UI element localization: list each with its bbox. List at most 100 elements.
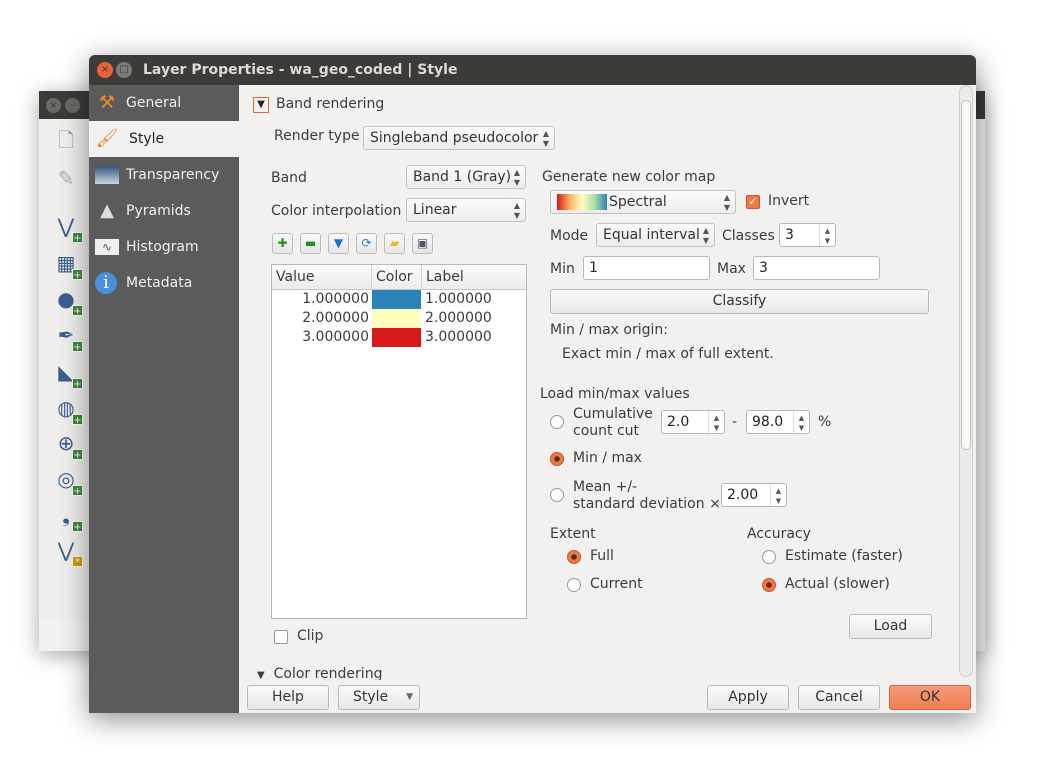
add-entry-icon[interactable]: ✚ [272, 233, 293, 254]
mean-stddev-radio[interactable] [550, 488, 564, 502]
table-row[interactable]: 2.000000 2.000000 [272, 309, 526, 328]
max-input[interactable]: 3 [753, 256, 880, 280]
accuracy-label: Accuracy [747, 526, 811, 542]
cell-value: 2.000000 [302, 310, 369, 326]
color-rendering-heading[interactable]: ▼ Color rendering [257, 666, 382, 680]
band-rendering-heading: Band rendering [276, 96, 385, 112]
table-row[interactable]: 1.000000 1.000000 [272, 290, 526, 309]
style-menu-button[interactable]: Style ▼ [338, 685, 420, 710]
classify-button[interactable]: Classify [550, 289, 929, 314]
extent-current-radio[interactable] [567, 578, 581, 592]
clip-label: Clip [297, 628, 324, 644]
mode-value: Equal interval [603, 227, 700, 243]
mode-select[interactable]: Equal interval ▲ ▼ [596, 223, 715, 247]
band-value: Band 1 (Gray) [413, 169, 512, 185]
scrollbar-thumb[interactable] [961, 100, 971, 450]
color-ramp-value: Spectral [609, 194, 667, 210]
maximize-icon[interactable]: □ [116, 62, 132, 78]
accuracy-estimate-radio[interactable] [762, 550, 776, 564]
render-type-select[interactable]: Singleband pseudocolor ▲ ▼ [363, 126, 555, 150]
column-header-label[interactable]: Label [422, 265, 526, 290]
sidebar-item-pyramids[interactable]: ▲ Pyramids [89, 193, 239, 229]
ok-button[interactable]: OK [889, 685, 971, 710]
sort-icon[interactable]: ▼ [328, 233, 349, 254]
load-button[interactable]: Load [849, 614, 932, 639]
sidebar-item-metadata[interactable]: i Metadata [89, 265, 239, 301]
column-header-color[interactable]: Color [372, 265, 422, 290]
render-type-label: Render type [274, 128, 360, 144]
column-header-value[interactable]: Value [272, 265, 372, 290]
clip-checkbox[interactable] [274, 630, 288, 644]
transparency-icon [95, 166, 119, 184]
open-folder-icon[interactable]: ▰ [384, 233, 405, 254]
classes-value: 3 [785, 227, 794, 243]
minmax-radio[interactable] [550, 452, 564, 466]
sidebar-item-label: General [126, 95, 182, 111]
add-wms-layer-icon[interactable]: ◍ + [53, 395, 83, 426]
expand-arrow-icon: ▼ [257, 670, 265, 680]
classes-spinbox[interactable]: 3 ▲ ▼ [779, 223, 836, 247]
cumulative-radio[interactable] [550, 415, 564, 429]
accuracy-actual-radio[interactable] [762, 578, 776, 592]
remove-entry-icon[interactable]: ▬ [300, 233, 321, 254]
cell-color-swatch[interactable] [372, 328, 421, 347]
info-icon: i [95, 272, 117, 294]
vertical-scrollbar[interactable] [959, 85, 973, 677]
cumulative-low-spinbox[interactable]: 2.0 ▲ ▼ [661, 410, 725, 434]
updown-icon: ▲ ▼ [723, 193, 730, 212]
minmax-label: Min / max [573, 450, 642, 466]
cell-color-swatch[interactable] [372, 309, 421, 328]
add-wcs-layer-icon[interactable]: ⊕ + [53, 430, 83, 461]
add-postgis-layer-icon[interactable]: ● + [53, 286, 83, 317]
cell-color-swatch[interactable] [372, 290, 421, 309]
extent-full-radio[interactable] [567, 550, 581, 564]
add-spatialite-layer-icon[interactable]: ✒ + [53, 322, 83, 353]
cumulative-high-spinbox[interactable]: 98.0 ▲ ▼ [746, 410, 810, 434]
sidebar-item-style[interactable]: 🖌 Style [89, 121, 239, 157]
color-rendering-label: Color rendering [273, 666, 383, 680]
load-minmax-heading: Load min/max values [540, 386, 690, 402]
add-mssql-layer-icon[interactable]: ◣ + [53, 359, 83, 390]
color-ramp-select[interactable]: Spectral ▲ ▼ [550, 190, 736, 214]
minimize-icon[interactable]: – [65, 98, 80, 113]
minmax-origin-label: Min / max origin: [550, 322, 668, 338]
extent-current-label: Current [590, 576, 643, 592]
sidebar-item-general[interactable]: ⚒ General [89, 85, 239, 121]
range-dash: - [732, 414, 738, 430]
color-interpolation-select[interactable]: Linear ▲ ▼ [406, 198, 526, 222]
invert-checkbox[interactable]: ✓ [746, 195, 760, 209]
dialog-titlebar: Layer Properties - wa_geo_coded | Style [89, 55, 976, 85]
color-map-table[interactable]: Value Color Label 1.000000 1.000000 2.000… [271, 264, 527, 619]
add-raster-layer-icon[interactable]: ▦ + [53, 250, 83, 281]
add-delimited-text-layer-icon[interactable]: ❟ + [53, 502, 83, 533]
add-vector-layer-icon[interactable]: ⋁ + [53, 213, 83, 244]
refresh-icon[interactable]: ⟳ [356, 233, 377, 254]
max-label: Max [717, 261, 746, 277]
close-icon[interactable]: × [46, 98, 61, 113]
spectral-ramp-preview [557, 194, 607, 210]
style-button-label: Style [353, 689, 389, 705]
sidebar-item-histogram[interactable]: ∿ Histogram [89, 229, 239, 265]
mean-label-line2: standard deviation × [573, 496, 721, 512]
new-shapefile-layer-icon[interactable]: ⋁ * [53, 537, 83, 568]
extent-label: Extent [550, 526, 596, 542]
cumulative-label: Cumulative count cut [573, 406, 653, 440]
sidebar-item-transparency[interactable]: Transparency [89, 157, 239, 193]
stddev-spinbox[interactable]: 2.00 ▲ ▼ [721, 483, 787, 507]
band-select[interactable]: Band 1 (Gray) ▲ ▼ [406, 165, 526, 189]
edit-pencil-icon[interactable]: ✎ [53, 165, 79, 191]
help-button[interactable]: Help [247, 685, 329, 710]
add-wfs-layer-icon[interactable]: ◎ + [53, 466, 83, 497]
updown-icon: ▲ ▼ [542, 129, 549, 148]
close-icon[interactable]: × [97, 62, 113, 78]
table-row[interactable]: 3.000000 3.000000 [272, 328, 526, 347]
tools-icon: ⚒ [98, 92, 116, 113]
cancel-button[interactable]: Cancel [798, 685, 880, 710]
save-icon[interactable]: ▣ [412, 233, 433, 254]
apply-button[interactable]: Apply [707, 685, 789, 710]
new-project-icon[interactable]: 🗋 [53, 127, 79, 153]
mean-label-line1: Mean +/- [573, 479, 638, 495]
collapse-toggle-icon[interactable]: ▼ [253, 97, 269, 113]
histogram-icon: ∿ [95, 239, 119, 255]
min-input[interactable]: 1 [583, 256, 710, 280]
